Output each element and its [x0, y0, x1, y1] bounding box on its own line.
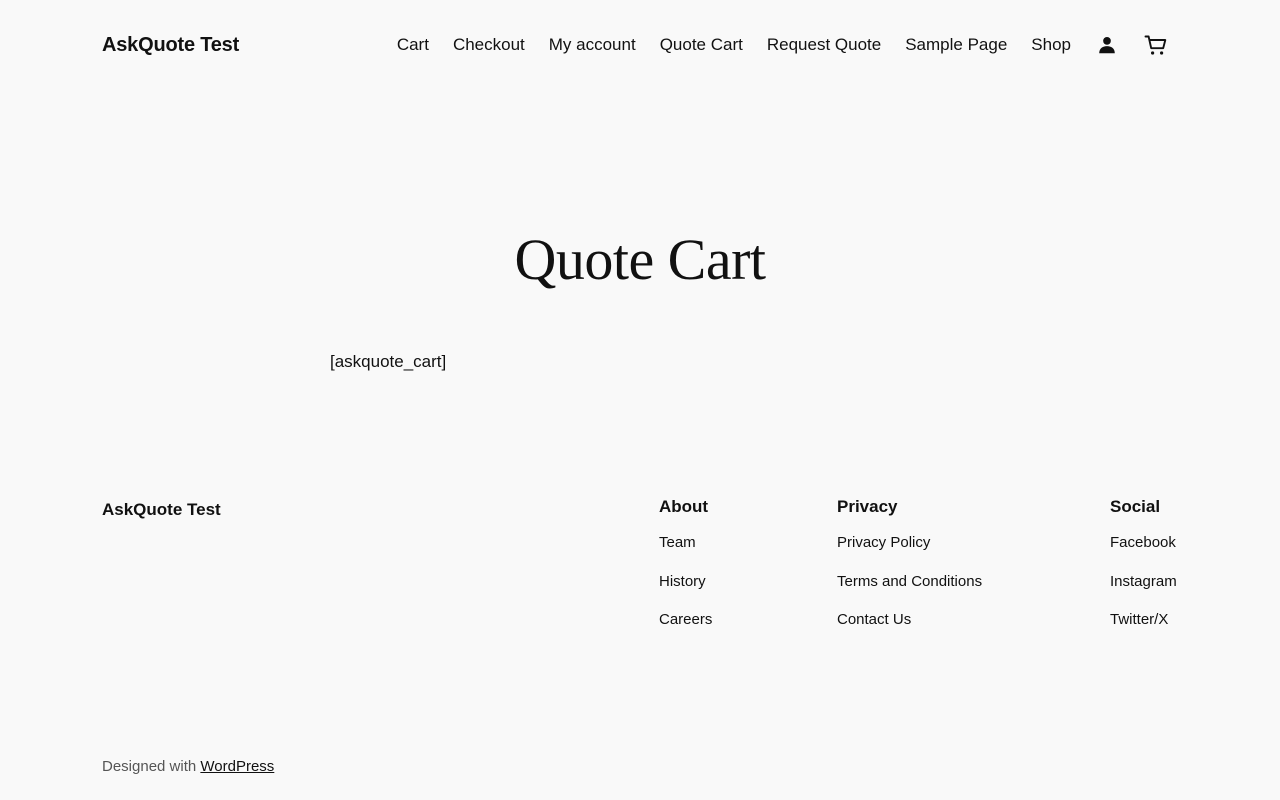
nav-link-shop[interactable]: Shop	[1031, 33, 1071, 57]
footer-link-terms-and-conditions[interactable]: Terms and Conditions	[837, 572, 982, 592]
nav-link-cart[interactable]: Cart	[397, 33, 429, 57]
nav-link-sample-page[interactable]: Sample Page	[905, 33, 1007, 57]
footer-column-about: About Team History Careers	[659, 495, 712, 649]
nav-link-request-quote[interactable]: Request Quote	[767, 33, 881, 57]
footer-heading-privacy: Privacy	[837, 497, 898, 516]
footer-credits: Designed with WordPress	[102, 756, 274, 778]
footer-link-facebook[interactable]: Facebook	[1110, 533, 1177, 553]
footer-column-social: Social Facebook Instagram Twitter/X	[1110, 495, 1177, 649]
footer-column-privacy: Privacy Privacy Policy Terms and Conditi…	[837, 495, 982, 649]
user-account-icon[interactable]	[1093, 31, 1121, 59]
nav-link-quote-cart[interactable]: Quote Cart	[660, 33, 743, 57]
footer-heading-social: Social	[1110, 497, 1161, 516]
wordpress-link[interactable]: WordPress	[200, 758, 274, 775]
credits-prefix: Designed with	[102, 758, 197, 775]
footer-link-instagram[interactable]: Instagram	[1110, 572, 1177, 592]
footer-link-twitter-x[interactable]: Twitter/X	[1110, 610, 1177, 630]
site-header: AskQuote Test Cart Checkout My account Q…	[102, 26, 1170, 64]
shopping-cart-icon[interactable]	[1142, 31, 1170, 59]
footer-link-careers[interactable]: Careers	[659, 610, 712, 630]
main-navigation: Cart Checkout My account Quote Cart Requ…	[397, 31, 1170, 59]
nav-link-my-account[interactable]: My account	[549, 33, 636, 57]
footer-link-history[interactable]: History	[659, 572, 712, 592]
footer-link-contact-us[interactable]: Contact Us	[837, 610, 982, 630]
footer-site-title-link[interactable]: AskQuote Test	[102, 498, 221, 522]
footer-link-privacy-policy[interactable]: Privacy Policy	[837, 533, 982, 553]
nav-link-checkout[interactable]: Checkout	[453, 33, 525, 57]
page: AskQuote Test Cart Checkout My account Q…	[0, 0, 1280, 800]
page-title: Quote Cart	[514, 227, 766, 292]
footer-heading-about: About	[659, 497, 709, 516]
site-title-link[interactable]: AskQuote Test	[102, 34, 239, 57]
page-content-shortcode: [askquote_cart]	[330, 352, 447, 371]
footer-link-team[interactable]: Team	[659, 533, 712, 553]
